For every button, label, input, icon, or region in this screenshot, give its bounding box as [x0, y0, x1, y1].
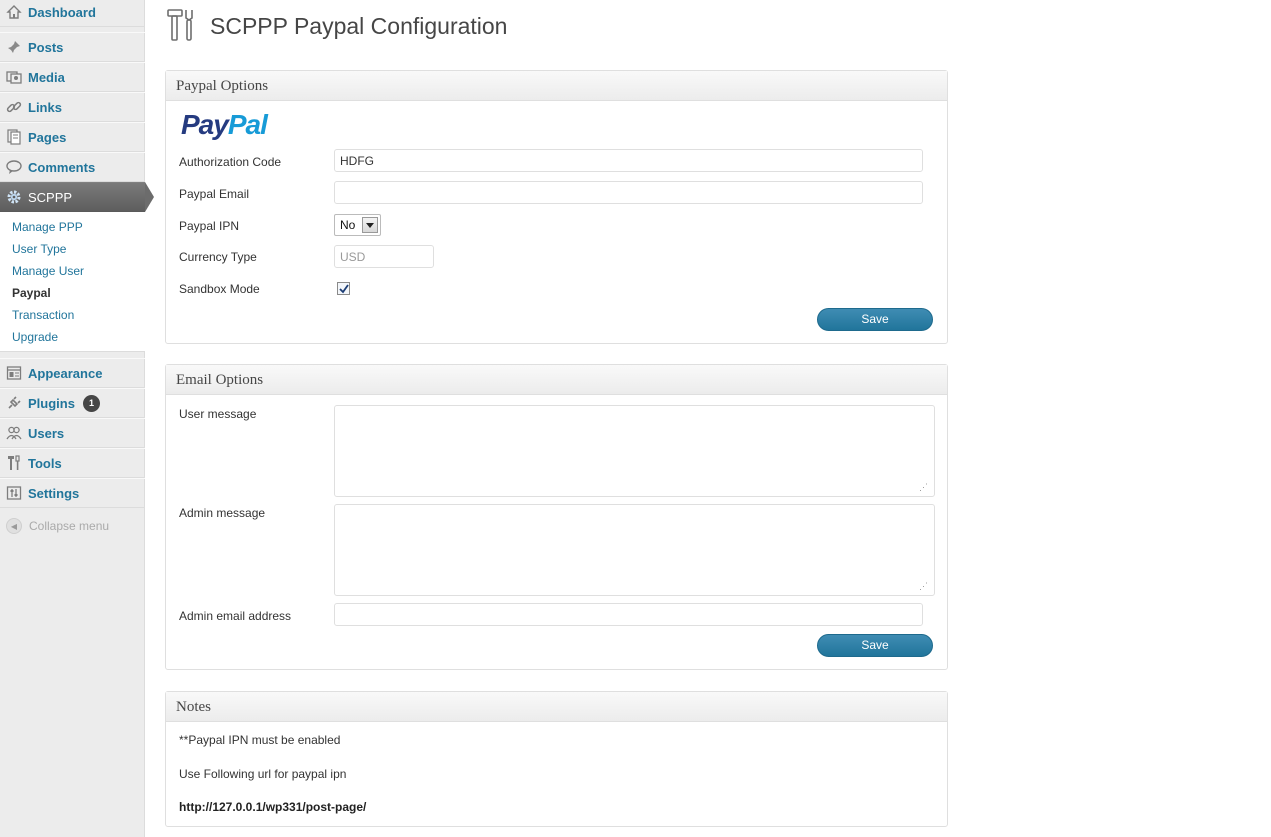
paypal-logo-pal: Pal: [227, 109, 268, 140]
resize-grip-icon[interactable]: ⋰: [919, 581, 929, 591]
collapse-arrow-icon: ◀: [6, 518, 22, 534]
menu-label: SCPPP: [28, 189, 73, 205]
collapse-label: Collapse menu: [29, 519, 110, 533]
user-message-textarea[interactable]: [334, 405, 935, 497]
menu-label: Dashboard: [28, 4, 96, 20]
menu-label: Users: [28, 425, 65, 441]
paypal-ipn-label: Paypal IPN: [179, 219, 240, 233]
notes-heading: Notes: [166, 692, 947, 722]
paypal-logo-pay: Pay: [181, 109, 229, 140]
users-icon: [6, 425, 22, 441]
currency-type-input[interactable]: [334, 245, 434, 268]
user-message-label: User message: [179, 407, 257, 421]
tools-icon: [166, 8, 198, 45]
menu-item-settings[interactable]: Settings: [0, 478, 145, 508]
ipn-url: http://127.0.0.1/wp331/post-page/: [179, 800, 367, 814]
link-icon: [6, 99, 22, 115]
menu-item-links[interactable]: Links: [0, 92, 145, 122]
paypal-options-box: Paypal Options PayPal Authorization Code…: [165, 70, 948, 344]
email-options-box: Email Options User message ⋰ Admin messa…: [165, 364, 948, 670]
dashboard-icon: [6, 4, 22, 20]
menu-label: Tools: [28, 455, 62, 471]
menu-item-media[interactable]: Media: [0, 62, 145, 92]
menu-label: Pages: [28, 129, 67, 145]
sandbox-mode-checkbox[interactable]: [337, 282, 350, 295]
page-header: SCPPP Paypal Configuration: [166, 8, 507, 44]
pushpin-icon: [6, 39, 22, 55]
appearance-icon: [6, 365, 22, 381]
pages-icon: [6, 129, 22, 145]
paypal-logo: PayPal: [181, 109, 268, 141]
authorization-code-input[interactable]: [334, 149, 923, 172]
admin-email-label: Admin email address: [179, 609, 292, 623]
gear-icon: [6, 189, 22, 205]
menu-label: Posts: [28, 39, 64, 55]
menu-label: Links: [28, 99, 62, 115]
admin-email-input[interactable]: [334, 603, 923, 626]
settings-icon: [6, 485, 22, 501]
note-use-url: Use Following url for paypal ipn: [179, 767, 347, 781]
menu-item-plugins[interactable]: Plugins 1: [0, 388, 145, 418]
menu-item-comments[interactable]: Comments: [0, 152, 145, 182]
menu-label: Comments: [28, 159, 96, 175]
chevron-down-icon: [362, 217, 378, 233]
menu-label: Appearance: [28, 365, 103, 381]
menu-label: Media: [28, 69, 65, 85]
paypal-email-label: Paypal Email: [179, 187, 250, 201]
paypal-ipn-selected: No: [340, 218, 356, 232]
comment-icon: [6, 159, 22, 175]
email-options-heading: Email Options: [166, 365, 947, 395]
menu-item-posts[interactable]: Posts: [0, 32, 145, 62]
plugin-update-badge: 1: [82, 394, 100, 412]
note-ipn-required: **Paypal IPN must be enabled: [179, 733, 341, 747]
plugin-icon: [6, 395, 22, 411]
menu-item-tools[interactable]: Tools: [0, 448, 145, 478]
menu-item-dashboard[interactable]: Dashboard: [0, 0, 145, 27]
scppp-submenu: Manage PPP User Type Manage User Paypal …: [0, 212, 145, 352]
admin-sidebar: Dashboard Posts Media Links Pages Commen…: [0, 0, 154, 837]
paypal-options-heading: Paypal Options: [166, 71, 947, 101]
paypal-ipn-select[interactable]: No: [334, 214, 381, 236]
notes-box: Notes **Paypal IPN must be enabled Use F…: [165, 691, 948, 827]
authorization-code-label: Authorization Code: [179, 155, 282, 169]
collapse-menu-button[interactable]: ◀ Collapse menu: [0, 512, 145, 540]
submenu-paypal[interactable]: Paypal: [12, 286, 51, 300]
submenu-manage-user[interactable]: Manage User: [12, 264, 84, 278]
submenu-upgrade[interactable]: Upgrade: [12, 330, 58, 344]
resize-grip-icon[interactable]: ⋰: [919, 482, 929, 492]
page-title: SCPPP Paypal Configuration: [210, 12, 508, 39]
paypal-email-input[interactable]: [334, 181, 923, 204]
menu-item-scppp[interactable]: SCPPP: [0, 182, 154, 212]
checkmark-icon: [338, 283, 349, 293]
submenu-transaction[interactable]: Transaction: [12, 308, 74, 322]
submenu-user-type[interactable]: User Type: [12, 242, 66, 256]
submenu-manage-ppp[interactable]: Manage PPP: [12, 220, 83, 234]
tools-icon: [6, 455, 22, 471]
currency-type-label: Currency Type: [179, 250, 257, 264]
menu-label: Plugins: [28, 395, 75, 411]
media-icon: [6, 69, 22, 85]
menu-item-appearance[interactable]: Appearance: [0, 358, 145, 388]
email-save-button[interactable]: Save: [817, 634, 933, 657]
menu-item-pages[interactable]: Pages: [0, 122, 145, 152]
menu-label: Settings: [28, 485, 80, 501]
sandbox-mode-label: Sandbox Mode: [179, 282, 260, 296]
menu-item-users[interactable]: Users: [0, 418, 145, 448]
paypal-save-button[interactable]: Save: [817, 308, 933, 331]
admin-message-label: Admin message: [179, 506, 266, 520]
admin-message-textarea[interactable]: [334, 504, 935, 596]
